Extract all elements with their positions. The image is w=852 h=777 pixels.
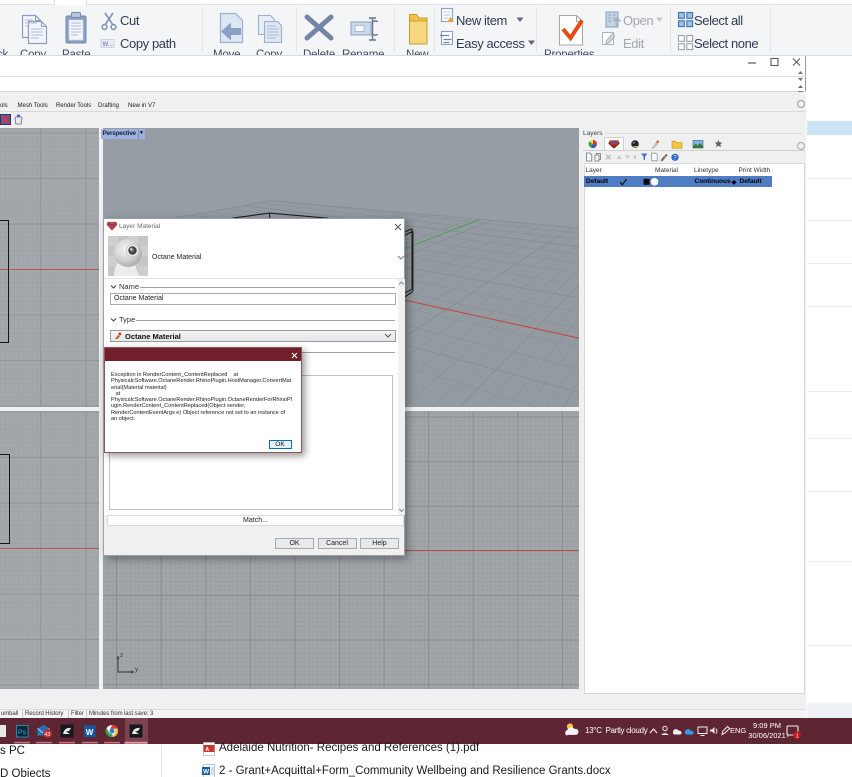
svg-text:W: W: [86, 728, 94, 737]
svg-text:Ps: Ps: [18, 730, 27, 737]
svg-text:43: 43: [44, 732, 50, 738]
svg-text:A: A: [205, 747, 209, 753]
svg-text:y: y: [135, 666, 139, 673]
svg-text:1: 1: [796, 734, 799, 740]
svg-text:z: z: [120, 652, 123, 659]
svg-text:W...: W...: [103, 42, 114, 48]
svg-text:?: ?: [673, 154, 677, 161]
svg-text:W: W: [203, 769, 210, 776]
